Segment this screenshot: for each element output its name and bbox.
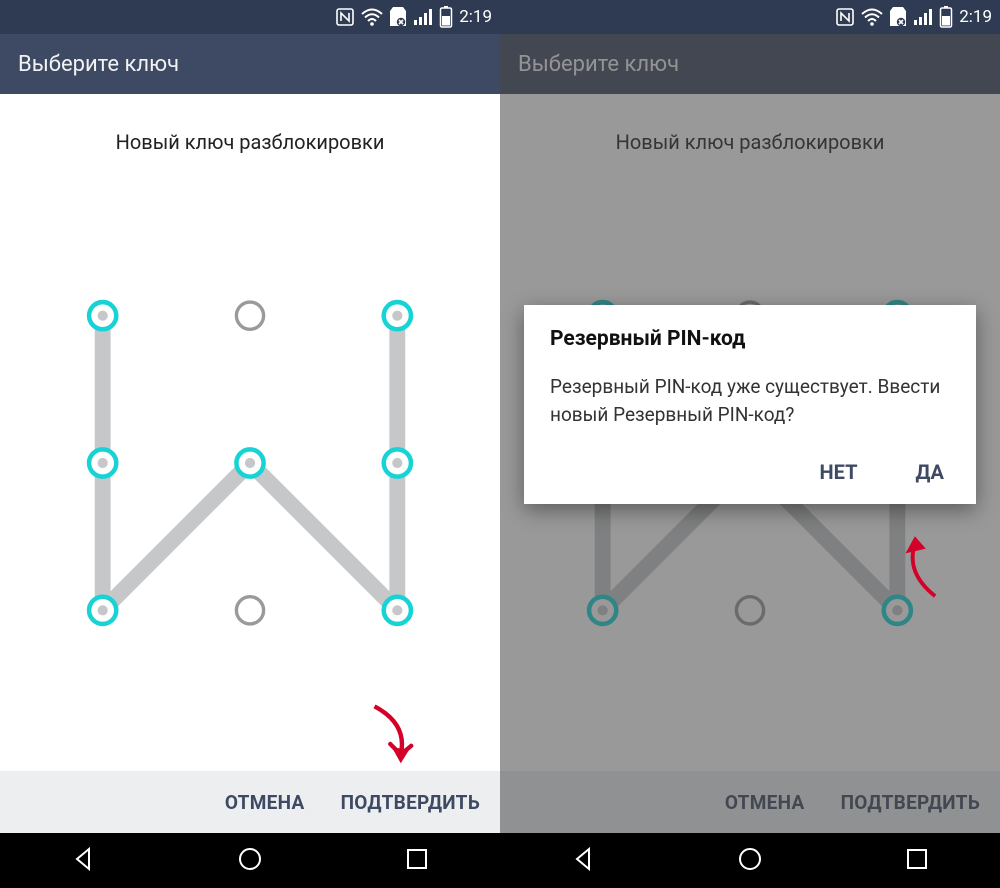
wifi-icon (861, 8, 883, 26)
phone-right: 2:19 Выберите ключ Новый ключ разблокиро… (500, 0, 1000, 888)
dialog-no-button[interactable]: НЕТ (814, 456, 864, 488)
battery-icon (939, 6, 953, 28)
dialog-body: Резервный PIN-код уже существует. Ввести… (550, 373, 950, 428)
wifi-icon (361, 8, 383, 26)
footer-bar: ОТМЕНА ПОДТВЕРДИТЬ (0, 771, 500, 833)
sd-card-icon (889, 7, 907, 27)
nav-home-icon[interactable] (736, 845, 764, 877)
confirm-button[interactable]: ПОДТВЕРДИТЬ (841, 791, 980, 814)
clock-text: 2:19 (959, 7, 992, 27)
nav-home-icon[interactable] (236, 845, 264, 877)
statusbar: 2:19 (0, 0, 500, 34)
page-subtitle: Новый ключ разблокировки (0, 94, 500, 154)
page-title: Выберите ключ (18, 52, 179, 77)
signal-icon (413, 8, 433, 26)
nfc-icon (335, 7, 355, 27)
titlebar: Выберите ключ (500, 34, 1000, 94)
dialog-title: Резервный PIN-код (550, 327, 950, 351)
pin-dialog: Резервный PIN-код Резервный PIN-код уже … (524, 305, 976, 504)
clock-text: 2:19 (459, 7, 492, 27)
pattern-grid[interactable] (80, 293, 420, 633)
nav-back-icon[interactable] (569, 845, 597, 877)
confirm-button[interactable]: ПОДТВЕРДИТЬ (341, 791, 480, 814)
footer-bar: ОТМЕНА ПОДТВЕРДИТЬ (500, 771, 1000, 833)
signal-icon (913, 8, 933, 26)
nfc-icon (835, 7, 855, 27)
statusbar: 2:19 (500, 0, 1000, 34)
nav-recent-icon[interactable] (903, 845, 931, 877)
nav-back-icon[interactable] (69, 845, 97, 877)
navbar (0, 833, 500, 888)
pattern-area[interactable] (0, 154, 500, 771)
titlebar: Выберите ключ (0, 34, 500, 94)
phone-left: 2:19 Выберите ключ Новый ключ разблокиро… (0, 0, 500, 888)
page-title: Выберите ключ (518, 52, 679, 77)
navbar (500, 833, 1000, 888)
dialog-yes-button[interactable]: ДА (910, 456, 951, 488)
page-subtitle: Новый ключ разблокировки (500, 94, 1000, 154)
nav-recent-icon[interactable] (403, 845, 431, 877)
sd-card-icon (389, 7, 407, 27)
dialog-actions: НЕТ ДА (550, 456, 950, 488)
cancel-button[interactable]: ОТМЕНА (725, 791, 805, 814)
content-area: Новый ключ разблокировки ОТМЕНА ПОДТВЕРД… (0, 94, 500, 833)
cancel-button[interactable]: ОТМЕНА (225, 791, 305, 814)
battery-icon (439, 6, 453, 28)
